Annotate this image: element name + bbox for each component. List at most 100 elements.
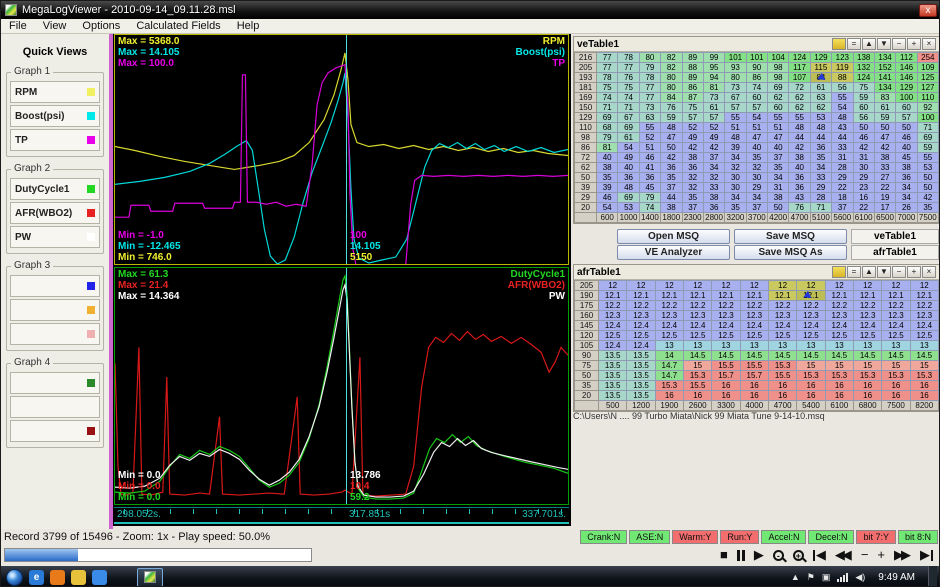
speed-up-button[interactable]: + <box>877 546 885 564</box>
ve-cell[interactable]: 51 <box>746 123 767 133</box>
ve-cell[interactable]: 55 <box>639 123 660 133</box>
afr-cell[interactable]: 13 <box>853 341 881 351</box>
taskbar-clock[interactable]: 9:49 AM <box>872 572 921 583</box>
ve-cell[interactable]: 33 <box>703 183 724 193</box>
ve-cell[interactable]: 32 <box>682 173 703 183</box>
ve-cell[interactable]: 50 <box>874 123 895 133</box>
ve-cell[interactable]: 75 <box>597 83 618 93</box>
ve-cell[interactable]: 52 <box>703 123 724 133</box>
ve-cell[interactable]: 53 <box>810 113 831 123</box>
ve-cell[interactable]: 146 <box>896 63 917 73</box>
ve-cell[interactable]: 37 <box>832 203 853 213</box>
save-msq-as-button[interactable]: Save MSQ As <box>734 245 847 260</box>
ve-cell[interactable]: 36 <box>618 173 639 183</box>
ve-cell[interactable]: 17 <box>874 203 895 213</box>
ve-cell[interactable]: 55 <box>832 93 853 103</box>
menu-calculated-fields[interactable]: Calculated Fields <box>136 20 220 32</box>
ve-cell[interactable]: 34 <box>896 193 917 203</box>
afr-cell[interactable]: 12 <box>683 281 711 291</box>
ve-cell[interactable]: 34 <box>768 173 789 183</box>
ve-cell[interactable]: 68 <box>597 123 618 133</box>
afr-cell[interactable]: 12.1 <box>655 291 683 301</box>
ve-cell[interactable]: 33 <box>810 173 831 183</box>
ve-cell[interactable]: 38 <box>597 163 618 173</box>
ve-cell[interactable]: 57 <box>725 103 746 113</box>
afr-cell[interactable]: 12.1 <box>825 291 853 301</box>
afr-cell[interactable]: 12.4 <box>825 321 853 331</box>
ve-cell[interactable]: 36 <box>682 163 703 173</box>
ve-cell[interactable]: 43 <box>789 193 810 203</box>
close-icon[interactable]: × <box>922 266 936 278</box>
ve-cell[interactable]: 42 <box>917 193 938 203</box>
afr-cell[interactable]: 12.3 <box>712 311 740 321</box>
ve-cell[interactable]: 39 <box>725 143 746 153</box>
pause-button[interactable] <box>737 550 745 561</box>
afr-cell[interactable]: 12.1 <box>740 291 768 301</box>
afr-cell[interactable]: 12.5 <box>768 331 796 341</box>
ve-cell[interactable]: 44 <box>832 133 853 143</box>
afr-cell[interactable]: 12 <box>797 281 825 291</box>
ve-cell[interactable]: 39 <box>597 183 618 193</box>
afr-cell[interactable]: 16 <box>910 381 938 391</box>
afr-cell[interactable]: 13 <box>655 341 683 351</box>
power-icon[interactable]: ▣ <box>822 572 831 583</box>
start-button[interactable] <box>6 569 23 586</box>
ve-cell[interactable]: 40 <box>789 163 810 173</box>
ve-cell[interactable]: 51 <box>725 123 746 133</box>
afr-cell[interactable]: 12.1 <box>599 291 627 301</box>
ve-cell[interactable]: 52 <box>682 123 703 133</box>
speed-down-button[interactable]: − <box>861 546 869 564</box>
afr-cell[interactable]: 12.5 <box>712 331 740 341</box>
ve-cell[interactable]: 46 <box>853 133 874 143</box>
ve-cell[interactable]: 56 <box>853 113 874 123</box>
afr-cell[interactable]: 12.4 <box>882 321 910 331</box>
afr-cell[interactable]: 12 <box>853 281 881 291</box>
ve-cell[interactable]: 50 <box>896 123 917 133</box>
ve-cell[interactable]: 109 <box>917 63 938 73</box>
ve-cell[interactable]: 47 <box>661 133 682 143</box>
ve-cell[interactable]: 62 <box>789 103 810 113</box>
ve-cell[interactable]: 57 <box>682 113 703 123</box>
ve-cell[interactable]: 72 <box>789 83 810 93</box>
afr-cell[interactable]: 12.2 <box>683 301 711 311</box>
afr-cell[interactable]: 12 <box>882 281 910 291</box>
ve-cell[interactable]: 29 <box>746 183 767 193</box>
minus-icon[interactable]: − <box>892 38 906 50</box>
ve-cell[interactable]: 35 <box>917 203 938 213</box>
ve-cell[interactable]: 69 <box>618 123 639 133</box>
afr-cell[interactable]: 12.3 <box>853 311 881 321</box>
playback-progress-bar[interactable] <box>4 548 312 562</box>
ve-cell[interactable]: 61 <box>703 103 724 113</box>
ve-cell[interactable]: 28 <box>810 193 831 203</box>
ve-cell[interactable]: 29 <box>832 173 853 183</box>
ve-cell[interactable]: 74 <box>639 203 660 213</box>
ve-cell[interactable]: 32 <box>725 163 746 173</box>
ve-cell[interactable]: 36 <box>789 173 810 183</box>
afr-cell[interactable]: 12.4 <box>712 321 740 331</box>
ve-cell[interactable]: 104 <box>768 53 789 63</box>
ve-cell[interactable]: 71 <box>618 103 639 113</box>
ve-cell[interactable]: 61 <box>874 103 895 113</box>
sidebar-item-boost-psi-[interactable]: Boost(psi) <box>10 105 100 127</box>
ve-cell[interactable]: 48 <box>832 113 853 123</box>
skip-end-button[interactable]: ▶ <box>920 546 933 564</box>
afr-cell[interactable]: 13 <box>882 341 910 351</box>
ve-cell[interactable]: 36 <box>661 163 682 173</box>
afr-cell[interactable]: 13 <box>910 341 938 351</box>
afr-cell[interactable]: 12.1 <box>910 291 938 301</box>
taskbar-app-megalogviewer[interactable] <box>137 568 163 587</box>
equals-icon[interactable]: = <box>847 266 861 278</box>
sidebar-item-empty[interactable] <box>10 420 100 442</box>
afr-cell[interactable]: 16 <box>712 381 740 391</box>
afr-cell[interactable]: 12.2 <box>627 301 655 311</box>
ve-cell[interactable]: 107 <box>789 73 810 83</box>
graph2-cursor-line[interactable] <box>346 268 347 504</box>
down-icon[interactable]: ▼ <box>877 38 891 50</box>
down-icon[interactable]: ▼ <box>877 266 891 278</box>
ve-cell[interactable]: 49 <box>682 133 703 143</box>
ve-cell[interactable]: 33 <box>874 163 895 173</box>
ve-cell[interactable]: 254 <box>917 53 938 63</box>
afr-cell[interactable]: 12.2 <box>797 301 825 311</box>
afr-cell[interactable]: 16 <box>740 391 768 401</box>
afr-cell[interactable]: 15 <box>825 361 853 371</box>
